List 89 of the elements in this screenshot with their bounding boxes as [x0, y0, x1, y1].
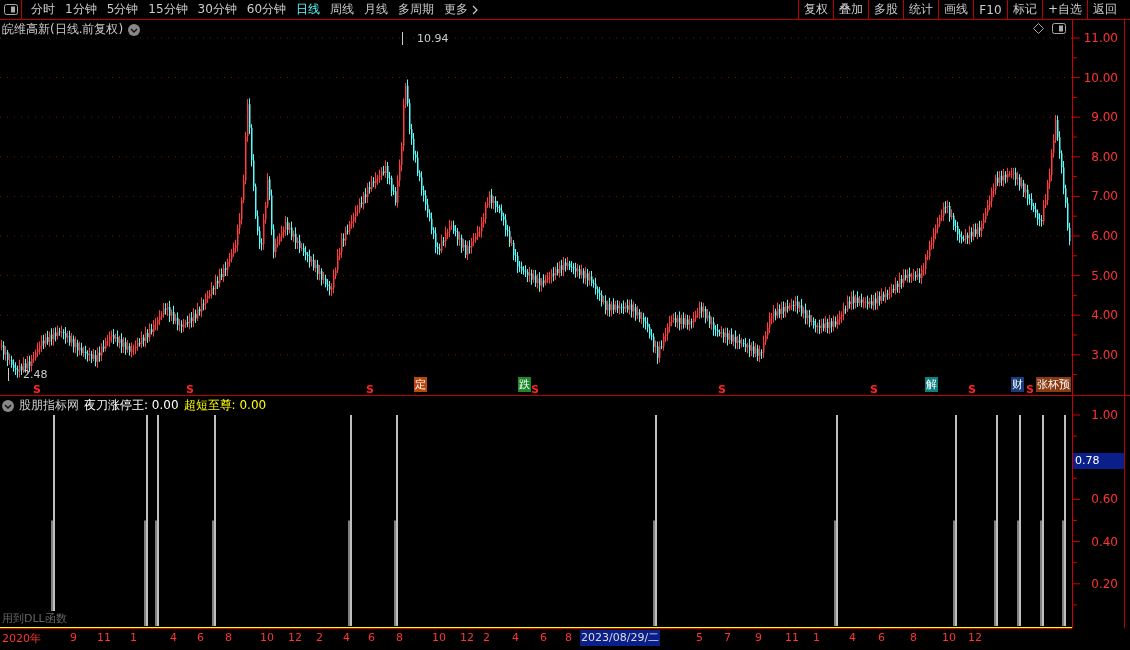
high-price-label: 10.94: [402, 32, 449, 46]
panel-toggle-icon[interactable]: [1052, 23, 1066, 34]
indicator-axis-label: 0.60: [1091, 491, 1118, 508]
date-axis-label: 4: [170, 631, 177, 644]
date-axis-label: 5: [696, 631, 703, 644]
signal-marker: S: [186, 382, 194, 395]
date-axis-label: 2: [316, 631, 323, 644]
date-axis-label: 4: [512, 631, 519, 644]
signal-badge: 定: [414, 377, 427, 392]
dropdown-icon[interactable]: [2, 399, 14, 412]
period-tab[interactable]: 月线: [359, 0, 394, 19]
date-axis-label: 6: [878, 631, 885, 644]
date-axis-label: 10: [260, 631, 274, 644]
signal-marker: S: [531, 382, 539, 395]
price-axis-label: 6.00: [1091, 228, 1118, 244]
date-axis-label: 12: [460, 631, 474, 644]
date-axis-label: 10: [432, 631, 446, 644]
date-axis-label: 2: [483, 631, 490, 644]
date-axis-label: 8: [910, 631, 917, 644]
toolbar-button[interactable]: 返回: [1087, 0, 1122, 19]
chevron-icon: [472, 4, 479, 15]
period-tab[interactable]: 30分钟: [192, 0, 242, 19]
date-axis-label: 10: [942, 631, 956, 644]
date-axis-label: 12: [288, 631, 302, 644]
period-tab[interactable]: 分时: [26, 0, 60, 19]
toolbar-button[interactable]: +自选: [1041, 0, 1087, 19]
signal-badge: 跌: [518, 377, 531, 392]
toolbar-button[interactable]: 多股: [867, 0, 903, 19]
signal-marker: S: [718, 382, 726, 395]
signal-marker: S: [1026, 382, 1034, 395]
price-axis-label: 11.00: [1083, 30, 1118, 46]
date-axis-label: 11: [785, 631, 799, 644]
more-button[interactable]: 更多: [439, 0, 484, 19]
cursor-date-label: 2023/08/29/二: [580, 630, 661, 646]
period-tab[interactable]: 5分钟: [101, 0, 144, 19]
period-tab[interactable]: 1分钟: [60, 0, 102, 19]
formula-note: 用到DLL函数: [2, 611, 67, 626]
date-axis-label: 7: [724, 631, 731, 644]
period-tab[interactable]: 日线: [291, 0, 326, 19]
toolbar-button[interactable]: F10: [972, 0, 1007, 19]
indicator-value: 超短至尊: 0.00: [183, 397, 267, 414]
signal-badge: 张杯预: [1036, 377, 1071, 392]
period-tab[interactable]: 多周期: [393, 0, 440, 19]
indicator-axis-label: 0.20: [1091, 575, 1118, 592]
indicator-axis-label: 1.00: [1091, 407, 1118, 423]
indicator-value: 夜刀涨停王: 0.00: [84, 397, 179, 414]
date-axis-label: 9: [755, 631, 762, 644]
period-tab[interactable]: 周线: [325, 0, 360, 19]
stock-title: 皖维高新(日线.前复权): [2, 21, 124, 38]
price-axis-label: 10.00: [1083, 69, 1118, 86]
date-axis-label: 6: [540, 631, 547, 644]
diamond-icon[interactable]: [1033, 23, 1044, 34]
price-axis-label: 7.00: [1091, 188, 1118, 205]
signal-marker: S: [366, 382, 374, 395]
dropdown-icon[interactable]: [128, 23, 141, 36]
date-axis-label: 8: [396, 631, 403, 644]
price-axis-label: 5.00: [1091, 267, 1118, 284]
date-axis-label: 8: [225, 631, 232, 644]
period-tab[interactable]: 15分钟: [143, 0, 193, 19]
signal-badge: 财: [1011, 377, 1024, 392]
indicator-name: 股朋指标网: [19, 397, 79, 414]
period-tab[interactable]: 60分钟: [241, 0, 292, 19]
price-axis-label: 8.00: [1091, 148, 1118, 165]
date-axis-label: 6: [368, 631, 375, 644]
toolbar-button[interactable]: 统计: [902, 0, 938, 19]
date-axis-label: 6: [197, 631, 204, 644]
date-axis-label: 8: [565, 631, 572, 644]
indicator-axis-label: 0.40: [1091, 533, 1118, 550]
date-axis-label: 9: [70, 631, 77, 644]
cursor-value-label: 0.78: [1073, 453, 1124, 470]
toolbar-button[interactable]: 复权: [797, 0, 833, 19]
price-axis-label: 3.00: [1091, 346, 1118, 363]
signal-marker: S: [870, 382, 878, 395]
signal-badge: 解: [925, 377, 938, 392]
toolbar-button[interactable]: 叠加: [832, 0, 868, 19]
date-axis-label: 4: [343, 631, 350, 644]
date-axis-label: 4: [849, 631, 856, 644]
price-axis-label: 9.00: [1091, 109, 1118, 126]
toolbar-button[interactable]: 画线: [937, 0, 973, 19]
low-price-label: 2.48: [8, 368, 48, 382]
date-axis-label: 1: [130, 631, 137, 644]
toolbar-button[interactable]: 标记: [1006, 0, 1042, 19]
date-axis-label: 11: [97, 631, 111, 644]
date-axis-label: 1: [813, 631, 820, 644]
date-axis-label: 12: [968, 631, 982, 644]
price-axis-label: 4.00: [1091, 307, 1118, 324]
signal-marker: S: [33, 382, 41, 395]
signal-marker: S: [968, 382, 976, 395]
date-axis-label: 2020年: [2, 631, 41, 646]
